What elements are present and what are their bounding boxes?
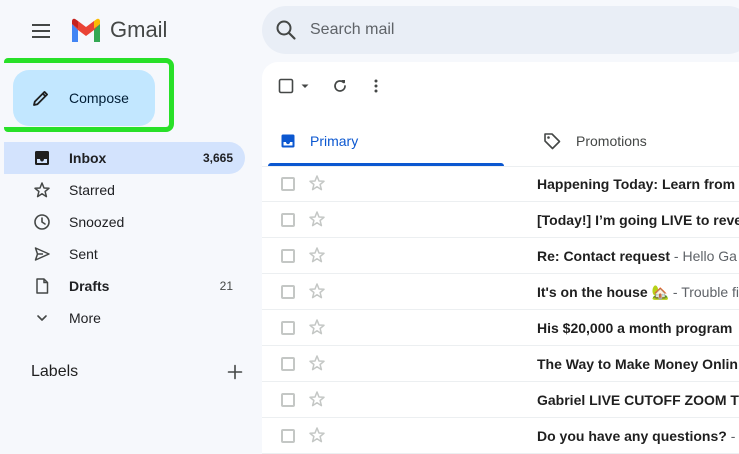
main-menu-button[interactable]: [22, 12, 60, 50]
compose-button[interactable]: Compose: [13, 70, 155, 126]
sidebar-item-more[interactable]: More: [4, 302, 245, 334]
email-row[interactable]: Re: Contact request - Hello Ga: [262, 238, 739, 274]
star-icon[interactable]: [308, 246, 326, 264]
inbox-icon: [32, 148, 52, 168]
gmail-logo[interactable]: Gmail: [70, 16, 167, 44]
email-subject: Re: Contact request - Hello Ga: [537, 248, 737, 264]
star-icon: [32, 180, 52, 200]
email-subject: [Today!] I’m going LIVE to reve: [537, 212, 739, 228]
email-subject: His $20,000 a month program: [537, 320, 732, 336]
mail-list-panel: Primary Promotions Happening Today: Lear…: [262, 62, 739, 454]
email-row[interactable]: Gabriel LIVE CUTOFF ZOOM T: [262, 382, 739, 418]
row-checkbox[interactable]: [281, 429, 295, 443]
subject-text: The Way to Make Money Onlin: [537, 356, 738, 372]
tab-label: Promotions: [576, 133, 647, 149]
star-icon[interactable]: [308, 174, 326, 192]
star-icon[interactable]: [308, 318, 326, 336]
app-name: Gmail: [110, 17, 168, 42]
row-checkbox[interactable]: [281, 285, 295, 299]
tab-promotions[interactable]: Promotions: [530, 116, 739, 166]
email-subject: Gabriel LIVE CUTOFF ZOOM T: [537, 392, 739, 408]
email-row[interactable]: [Today!] I’m going LIVE to reve: [262, 202, 739, 238]
email-subject: It's on the house 🏡 - Trouble fi: [537, 284, 739, 301]
email-row[interactable]: Happening Today: Learn from: [262, 166, 739, 202]
pencil-icon: [33, 91, 48, 106]
inbox-tabs: Primary Promotions: [268, 116, 739, 166]
refresh-button[interactable]: [332, 74, 348, 98]
subject-text: It's on the house 🏡: [537, 284, 669, 300]
search-icon[interactable]: [274, 18, 298, 42]
sidebar-item-sent[interactable]: Sent: [4, 238, 245, 270]
sidebar-item-label: Drafts: [69, 278, 110, 294]
sidebar-item-label: More: [69, 310, 101, 326]
subject-text: [Today!] I’m going LIVE to reve: [537, 212, 739, 228]
subject-text: Gabriel LIVE CUTOFF ZOOM T: [537, 392, 739, 408]
row-checkbox[interactable]: [281, 177, 295, 191]
sidebar-item-label: Inbox: [69, 150, 107, 166]
caret-down-icon[interactable]: [298, 79, 312, 93]
select-all-checkbox[interactable]: [278, 74, 312, 98]
row-checkbox[interactable]: [281, 321, 295, 335]
star-icon[interactable]: [308, 282, 326, 300]
star-icon[interactable]: [308, 426, 326, 444]
tab-primary[interactable]: Primary: [268, 116, 504, 166]
subject-text: Re: Contact request: [537, 248, 671, 264]
email-subject: Do you have any questions? -: [537, 428, 735, 444]
refresh-icon: [334, 80, 346, 92]
email-subject: Happening Today: Learn from: [537, 176, 735, 192]
email-snippet: -: [726, 428, 736, 444]
top-bar: Gmail: [0, 0, 739, 62]
more-options-button[interactable]: [368, 74, 384, 98]
row-checkbox[interactable]: [281, 357, 295, 371]
inbox-unread-count: 3,665: [202, 151, 233, 165]
row-checkbox[interactable]: [281, 213, 295, 227]
subject-text: Happening Today: Learn from: [537, 176, 736, 192]
more-vert-icon: [374, 79, 378, 93]
star-icon[interactable]: [308, 390, 326, 408]
email-subject: The Way to Make Money Onlin: [537, 356, 738, 372]
email-list: Happening Today: Learn from [Today!] I’m…: [262, 166, 739, 454]
row-checkbox[interactable]: [281, 393, 295, 407]
clock-icon: [32, 212, 52, 232]
labels-header: Labels: [31, 360, 243, 384]
sidebar-item-label: Starred: [69, 182, 115, 198]
send-icon: [32, 244, 52, 264]
sidebar-nav: Inbox 3,665 Starred Snoozed Sent Drafts …: [4, 142, 245, 334]
drafts-count: 21: [219, 279, 233, 293]
star-icon[interactable]: [308, 210, 326, 228]
sidebar-item-label: Sent: [69, 246, 98, 262]
sidebar-item-starred[interactable]: Starred: [4, 174, 245, 206]
mail-toolbar: [278, 74, 404, 98]
email-snippet: - Hello Ga: [670, 248, 737, 264]
checkbox-icon: [278, 78, 294, 94]
row-checkbox[interactable]: [281, 249, 295, 263]
tab-label: Primary: [310, 133, 359, 149]
subject-text: His $20,000 a month program: [537, 320, 733, 336]
hamburger-icon: [32, 30, 50, 32]
inbox-icon: [281, 134, 295, 148]
labels-title: Labels: [31, 363, 79, 380]
subject-text: Do you have any questions?: [537, 428, 727, 444]
email-row[interactable]: Do you have any questions? -: [262, 418, 739, 454]
sidebar-item-label: Snoozed: [69, 214, 125, 230]
draft-icon: [32, 276, 52, 296]
email-snippet: - Trouble fi: [669, 284, 739, 300]
search-input[interactable]: [310, 21, 710, 39]
gmail-m-icon: [72, 18, 100, 42]
email-row[interactable]: It's on the house 🏡 - Trouble fi: [262, 274, 739, 310]
sidebar-item-drafts[interactable]: Drafts 21: [4, 270, 245, 302]
tag-icon: [544, 133, 561, 150]
star-icon[interactable]: [308, 354, 326, 372]
compose-label: Compose: [69, 90, 129, 106]
chevron-down-icon: [32, 308, 52, 328]
search-bar[interactable]: [262, 6, 739, 54]
email-row[interactable]: The Way to Make Money Onlin: [262, 346, 739, 382]
sidebar-item-inbox[interactable]: Inbox 3,665: [4, 142, 245, 174]
sidebar-item-snoozed[interactable]: Snoozed: [4, 206, 245, 238]
plus-icon[interactable]: [227, 364, 243, 380]
email-row[interactable]: His $20,000 a month program: [262, 310, 739, 346]
